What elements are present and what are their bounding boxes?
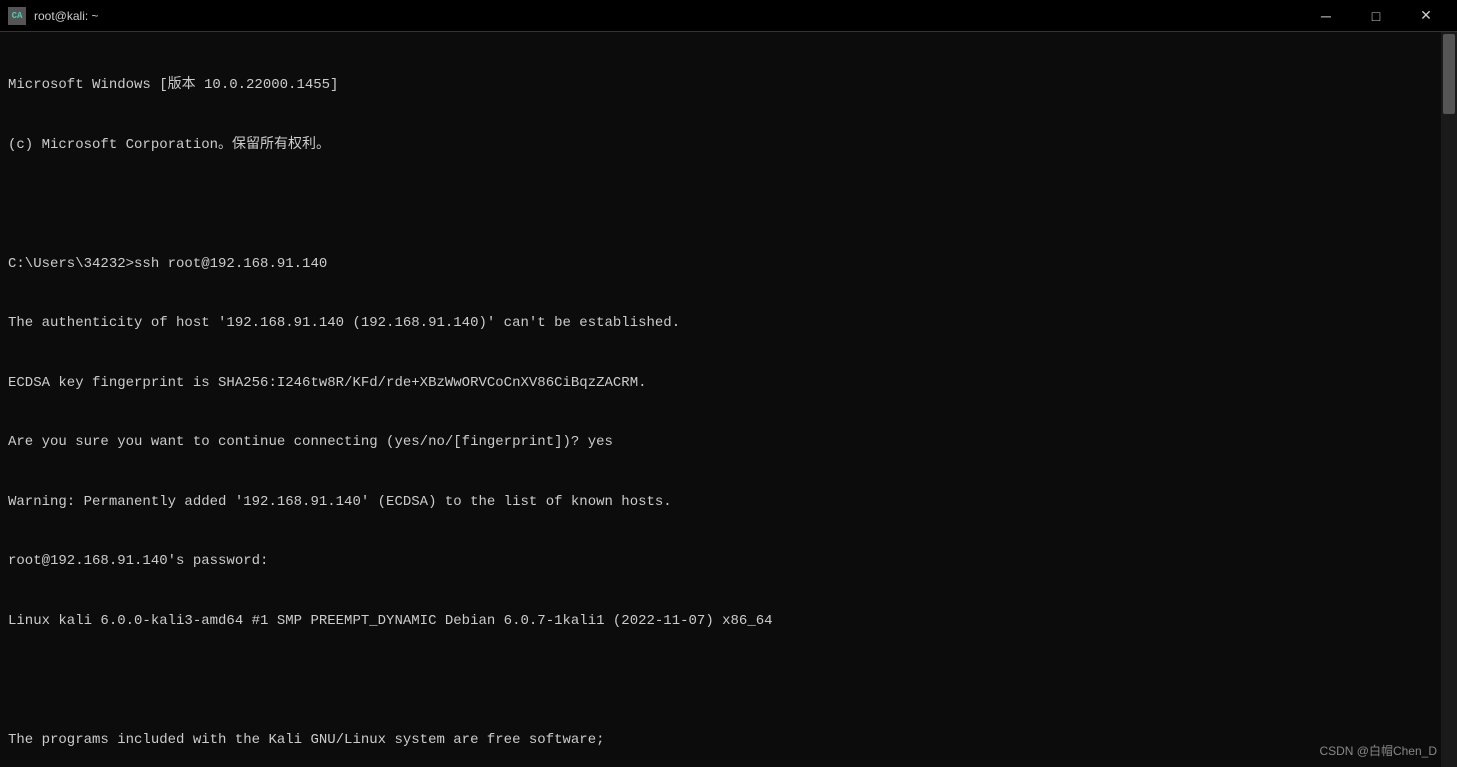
close-button[interactable]: ✕ (1403, 2, 1449, 30)
window-title: root@kali: ~ (34, 9, 99, 23)
line-programs: The programs included with the Kali GNU/… (8, 730, 1449, 750)
line-ssh-cmd: C:\Users\34232>ssh root@192.168.91.140 (8, 254, 1449, 274)
line-blank1 (8, 194, 1449, 214)
line-linux: Linux kali 6.0.0-kali3-amd64 #1 SMP PREE… (8, 611, 1449, 631)
terminal-body[interactable]: Microsoft Windows [版本 10.0.22000.1455] (… (0, 32, 1457, 767)
watermark: CSDN @白帽Chen_D (1319, 742, 1437, 759)
title-bar-left: CA root@kali: ~ (8, 7, 99, 25)
maximize-button[interactable]: □ (1353, 2, 1399, 30)
title-bar: CA root@kali: ~ ─ □ ✕ (0, 0, 1457, 32)
line-blank2 (8, 670, 1449, 690)
scrollbar-thumb[interactable] (1443, 34, 1455, 114)
line-ecdsa: ECDSA key fingerprint is SHA256:I246tw8R… (8, 373, 1449, 393)
scrollbar[interactable] (1441, 32, 1457, 767)
window-controls: ─ □ ✕ (1303, 2, 1449, 30)
line-auth: The authenticity of host '192.168.91.140… (8, 313, 1449, 333)
terminal-content: Microsoft Windows [版本 10.0.22000.1455] (… (8, 36, 1449, 767)
line-warning: Warning: Permanently added '192.168.91.1… (8, 492, 1449, 512)
line-win-version: Microsoft Windows [版本 10.0.22000.1455] (8, 75, 1449, 95)
terminal-icon: CA (8, 7, 26, 25)
line-continue: Are you sure you want to continue connec… (8, 432, 1449, 452)
terminal-window: CA root@kali: ~ ─ □ ✕ Microsoft Windows … (0, 0, 1457, 767)
minimize-button[interactable]: ─ (1303, 2, 1349, 30)
line-copyright: (c) Microsoft Corporation。保留所有权利。 (8, 135, 1449, 155)
line-password: root@192.168.91.140's password: (8, 551, 1449, 571)
